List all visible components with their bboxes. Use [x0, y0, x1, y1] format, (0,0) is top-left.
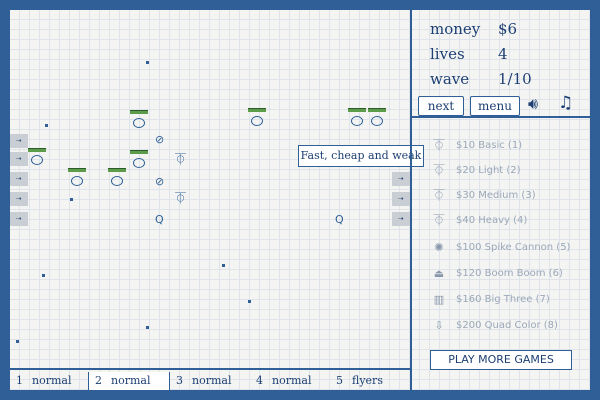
tower-tooltip: Fast, cheap and weak [298, 145, 424, 167]
projectile [248, 300, 251, 303]
play-more-games-button[interactable]: PLAY MORE GAMES [430, 350, 572, 370]
light-tower-icon[interactable]: ⊘ [155, 134, 164, 145]
exit-arrow: ⇢ [392, 212, 410, 226]
spawn-arrow: ⇢ [10, 134, 28, 148]
spawn-arrow: ⇢ [10, 152, 28, 166]
play-field[interactable]: ⇢ ⇢ ⇢ ⇢ ⇢ ⇢ ⇢ ⇢ ⊘ ⏁ ⊘ ⏁ Q Q Fast, cheap … [10, 10, 424, 368]
wave-value: 1/10 [498, 70, 532, 88]
projectile [222, 264, 225, 267]
enemy [31, 155, 43, 165]
lives-value: 4 [498, 45, 508, 63]
spawn-arrow: ⇢ [10, 192, 28, 206]
basic-tower-icon: ⏁ [433, 139, 445, 152]
projectile [70, 198, 73, 201]
enemy-health-bar [368, 108, 386, 112]
lives-label: lives [430, 45, 465, 63]
sidebar: money $6 lives 4 wave 1/10 next menu 🔊︎ … [410, 10, 592, 390]
speaker-icon[interactable]: 🔊︎ [528, 94, 538, 114]
sidebar-divider [410, 116, 590, 118]
light-tower-icon: ⏁ [433, 164, 445, 177]
wave-stat: wave 1/10 [430, 70, 532, 88]
wave-tab-1[interactable]: 1 normal [10, 372, 88, 390]
enemy-health-bar [108, 168, 126, 172]
big-three-icon: ▥ [433, 293, 445, 306]
wave-tab-4[interactable]: 4 normal [250, 372, 328, 390]
spike-cannon-icon: ✺ [434, 241, 444, 254]
enemy [251, 116, 263, 126]
heavy-tower-icon: ⏁ [433, 214, 445, 227]
spawn-arrow: ⇢ [10, 172, 28, 186]
next-button[interactable]: next [418, 96, 464, 116]
basic-tower-icon[interactable]: ⏁ [175, 193, 186, 204]
projectile [146, 326, 149, 329]
enemy [133, 118, 145, 128]
enemy-health-bar [248, 108, 266, 112]
light-tower-icon[interactable]: ⊘ [155, 176, 164, 187]
wave-tabs: 1 normal 2 normal 3 normal 4 normal 5 fl… [10, 368, 410, 392]
wave-tab-3[interactable]: 3 normal [170, 372, 248, 390]
music-notes-icon[interactable]: ♫ [558, 93, 573, 113]
enemy [111, 176, 123, 186]
enemy-health-bar [130, 110, 148, 114]
spawn-arrow: ⇢ [10, 212, 28, 226]
exit-arrow: ⇢ [392, 192, 410, 206]
enemy-health-bar [348, 108, 366, 112]
quad-color-icon: ⇩ [434, 319, 444, 332]
enemy [351, 116, 363, 126]
boom-boom-icon: ⏏ [433, 267, 445, 280]
projectile [45, 124, 48, 127]
enemy-health-bar [68, 168, 86, 172]
enemy [371, 116, 383, 126]
exit-arrow: ⇢ [392, 172, 410, 186]
money-stat: money $6 [430, 20, 517, 38]
wave-label: wave [430, 70, 470, 88]
medium-tower-icon: ⏁ [433, 189, 445, 202]
money-label: money [430, 20, 481, 38]
money-value: $6 [498, 20, 518, 38]
wave-tab-2[interactable]: 2 normal [88, 372, 170, 390]
medium-tower-icon[interactable]: Q [335, 214, 344, 225]
wave-tab-5[interactable]: 5 flyers [330, 372, 408, 390]
medium-tower-icon[interactable]: Q [155, 214, 164, 225]
lives-stat: lives 4 [430, 45, 508, 63]
enemy [71, 176, 83, 186]
enemy-health-bar [28, 148, 46, 152]
projectile [16, 340, 19, 343]
menu-button[interactable]: menu [470, 96, 520, 116]
enemy-health-bar [130, 150, 148, 154]
enemy [133, 158, 145, 168]
projectile [42, 274, 45, 277]
projectile [146, 61, 149, 64]
basic-tower-icon[interactable]: ⏁ [175, 154, 186, 165]
